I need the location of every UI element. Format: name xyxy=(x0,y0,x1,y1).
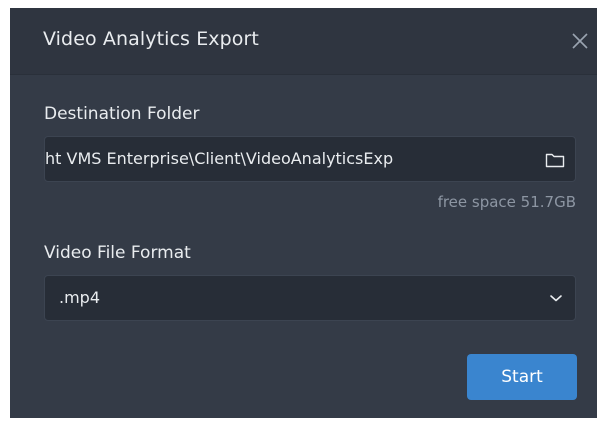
start-button[interactable]: Start xyxy=(467,354,577,400)
destination-folder-label: Destination Folder xyxy=(44,104,200,124)
folder-icon xyxy=(545,153,565,168)
destination-folder-input[interactable]: ht VMS Enterprise\Client\VideoAnalyticsE… xyxy=(44,136,576,182)
dialog-titlebar: Video Analytics Export xyxy=(10,8,597,75)
dialog-title: Video Analytics Export xyxy=(43,28,259,50)
video-format-select[interactable]: .mp4 xyxy=(44,275,576,321)
destination-path-text: ht VMS Enterprise\Client\VideoAnalyticsE… xyxy=(45,149,541,168)
video-format-value: .mp4 xyxy=(59,288,101,307)
export-dialog: Video Analytics Export Destination Folde… xyxy=(10,8,597,418)
free-space-text: free space 51.7GB xyxy=(437,193,576,211)
destination-path-value: ht VMS Enterprise\Client\VideoAnalyticsE… xyxy=(45,149,394,168)
video-format-label: Video File Format xyxy=(44,243,191,263)
chevron-down-icon xyxy=(550,295,562,302)
browse-folder-button[interactable] xyxy=(545,151,565,169)
close-icon xyxy=(572,33,588,49)
close-button[interactable] xyxy=(569,30,591,52)
